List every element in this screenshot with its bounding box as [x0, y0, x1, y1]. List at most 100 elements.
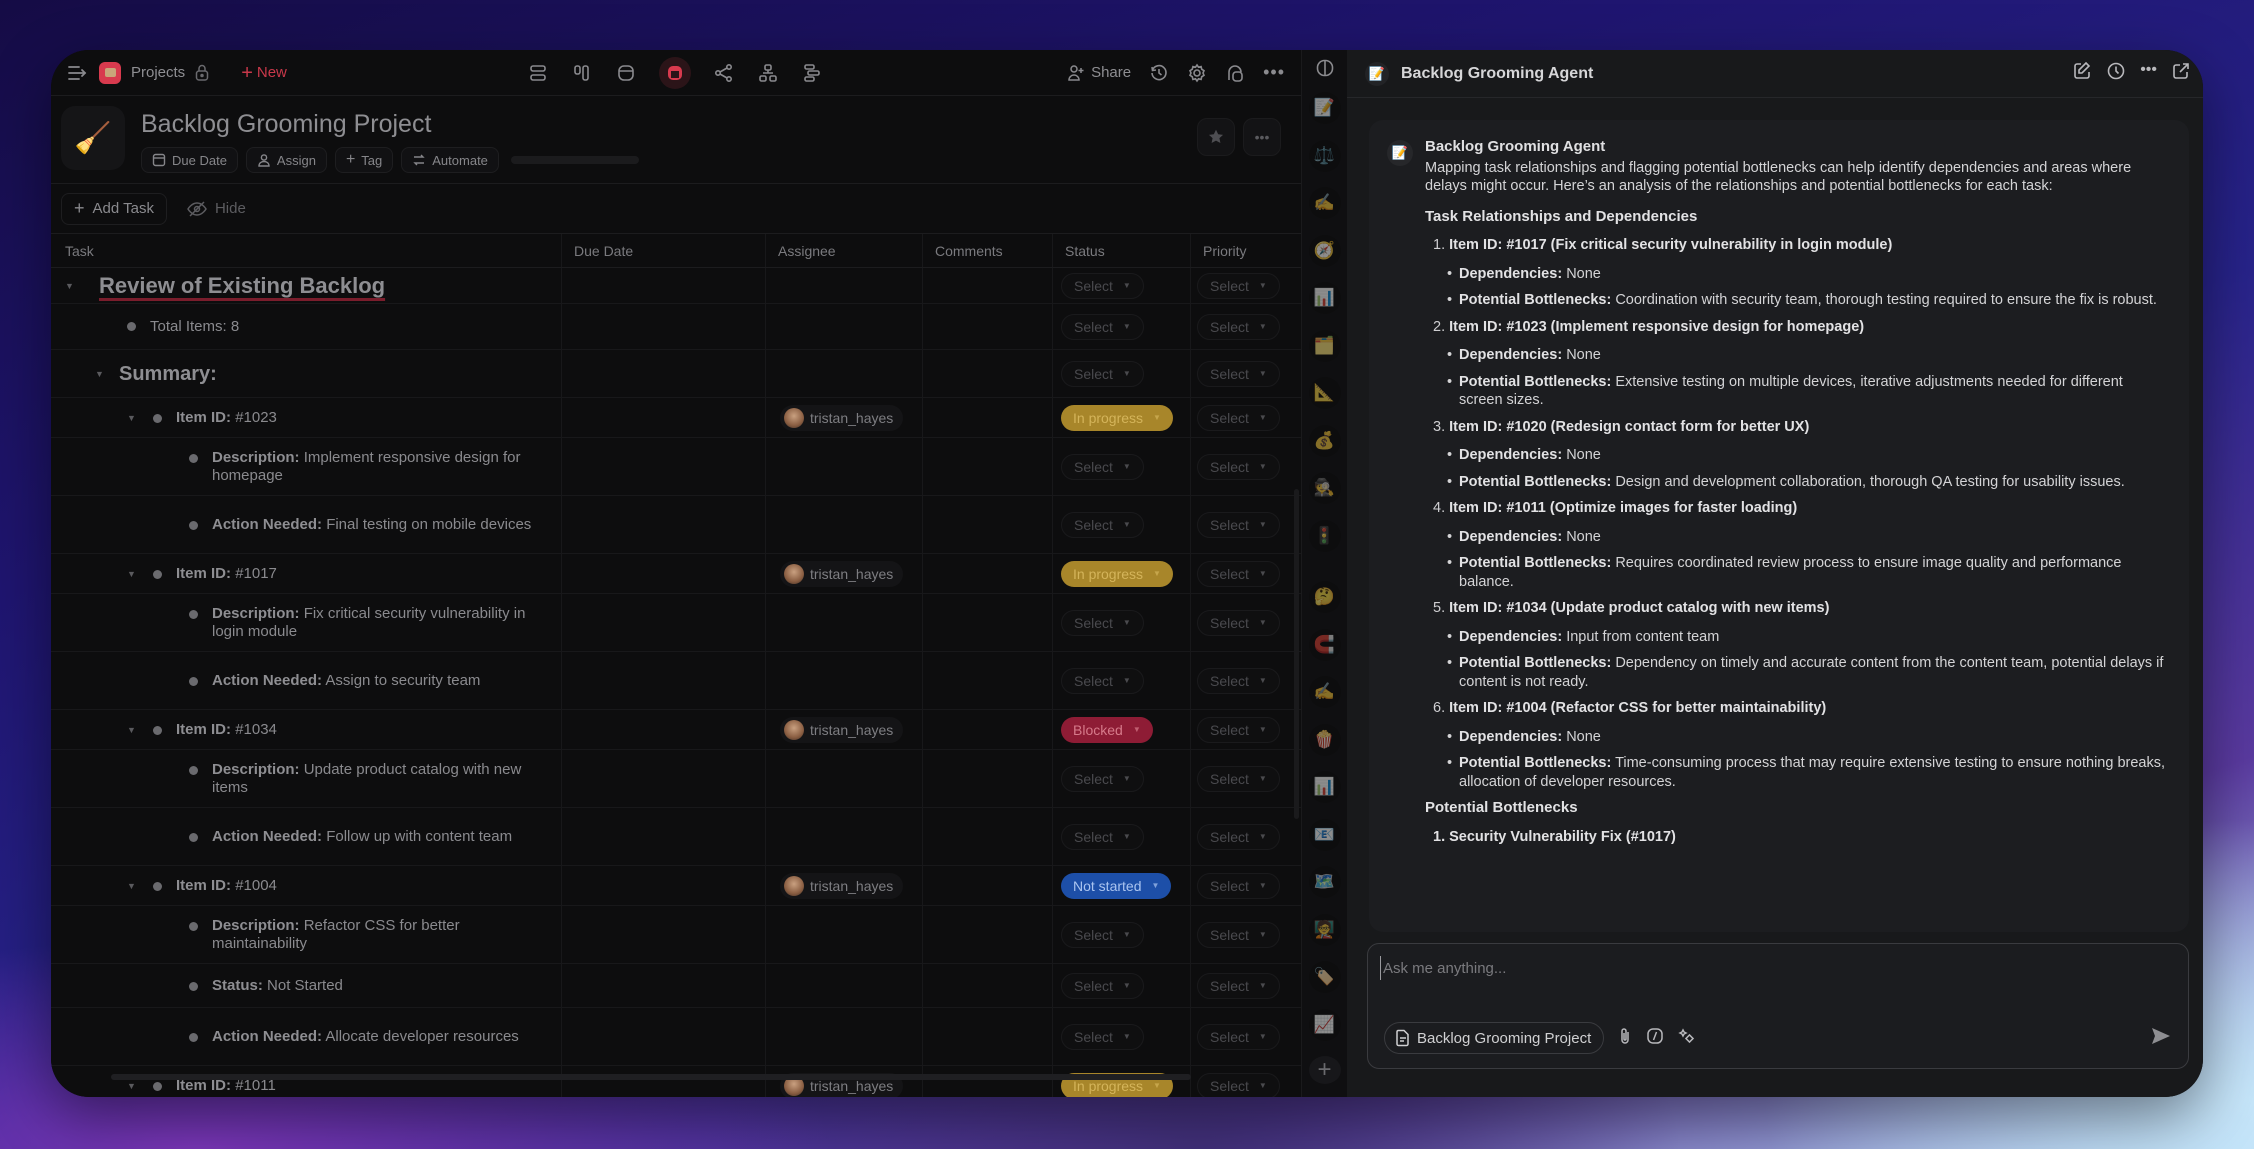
assignee-cell[interactable]	[766, 350, 923, 397]
assignee-cell[interactable]: tristan_hayes	[766, 866, 923, 905]
priority-cell[interactable]: Select ▼	[1191, 866, 1287, 905]
world-map-agent-icon[interactable]: 🗺️	[1308, 866, 1341, 898]
task-text[interactable]: Total Items: 8	[150, 318, 239, 336]
table-row[interactable]: Total Items: 8 Select ▼ Select ▼	[51, 304, 1301, 350]
writing-hand-agent-icon[interactable]: ✍️	[1308, 187, 1341, 219]
board-view-icon[interactable]	[571, 62, 593, 84]
assignee-cell[interactable]	[766, 906, 923, 963]
table-row[interactable]: ▼ Summary: Select ▼ Select ▼	[51, 350, 1301, 398]
due-date-cell[interactable]	[562, 268, 766, 303]
priority-select[interactable]: Select ▼	[1197, 872, 1280, 899]
task-cell[interactable]: ▼ Item ID: #1017	[51, 554, 562, 593]
task-text[interactable]: Action Needed: Assign to security team	[212, 672, 480, 690]
table-view-icon[interactable]	[659, 56, 691, 89]
table-row[interactable]: ▼ Item ID: #1023 tristan_hayes In progres…	[51, 398, 1301, 438]
priority-cell[interactable]: Select ▼	[1191, 350, 1287, 397]
task-cell[interactable]: ▼ Item ID: #1034	[51, 710, 562, 749]
table-row[interactable]: Action Needed: Allocate developer resour…	[51, 1008, 1301, 1066]
task-cell[interactable]: Description: Implement responsive design…	[51, 438, 562, 495]
column-header-comments[interactable]: Comments	[923, 234, 1053, 267]
priority-cell[interactable]: Select ▼	[1191, 1008, 1287, 1065]
priority-cell[interactable]: Select ▼	[1191, 906, 1287, 963]
priority-select[interactable]: Select ▼	[1197, 511, 1280, 538]
due-date-cell[interactable]	[562, 906, 766, 963]
money-bag-agent-icon[interactable]: 💰	[1308, 424, 1341, 457]
comments-cell[interactable]	[923, 304, 1053, 349]
task-cell[interactable]: ▼ Summary:	[51, 350, 562, 397]
task-text[interactable]: Description: Fix critical security vulne…	[212, 605, 532, 641]
due-date-cell[interactable]	[562, 710, 766, 749]
assign-button[interactable]: Assign	[245, 147, 327, 173]
priority-cell[interactable]: Select ▼	[1191, 808, 1287, 865]
priority-select[interactable]: Select ▼	[1197, 972, 1280, 999]
status-cell[interactable]: Blocked ▼	[1053, 710, 1191, 749]
broom-icon[interactable]: 🧹	[61, 106, 125, 170]
collapse-sidebar-icon[interactable]	[67, 64, 89, 82]
status-cell[interactable]: Select ▼	[1053, 350, 1191, 397]
column-header-assignee[interactable]: Assignee	[766, 234, 923, 267]
task-cell[interactable]: Action Needed: Allocate developer resour…	[51, 1008, 562, 1065]
chart-increasing-agent-icon[interactable]: 📈	[1308, 1008, 1341, 1041]
due-date-cell[interactable]	[562, 554, 766, 593]
comments-cell[interactable]	[923, 866, 1053, 905]
tools-sparkle-icon[interactable]	[1678, 1027, 1696, 1050]
due-date-cell[interactable]	[562, 1066, 766, 1097]
comments-cell[interactable]	[923, 808, 1053, 865]
task-text[interactable]: Description: Implement responsive design…	[212, 449, 532, 485]
task-cell[interactable]: Action Needed: Assign to security team	[51, 652, 562, 709]
priority-cell[interactable]: Select ▼	[1191, 750, 1287, 807]
calendar-view-icon[interactable]	[615, 62, 637, 84]
detective-agent-icon[interactable]: 🕵️	[1308, 472, 1341, 504]
priority-select[interactable]: Select ▼	[1197, 272, 1280, 299]
priority-cell[interactable]: Select ▼	[1191, 594, 1287, 651]
comments-cell[interactable]	[923, 1008, 1053, 1065]
comments-cell[interactable]	[923, 1066, 1053, 1097]
label-tag-agent-icon[interactable]: 🏷️	[1308, 961, 1341, 993]
assignee-cell[interactable]: tristan_hayes	[766, 1066, 923, 1097]
due-date-cell[interactable]	[562, 304, 766, 349]
assignee-cell[interactable]	[766, 808, 923, 865]
task-cell[interactable]: Status: Not Started	[51, 964, 562, 1007]
priority-select[interactable]: Select ▼	[1197, 716, 1280, 743]
hierarchy-view-icon[interactable]	[757, 62, 779, 84]
status-badge[interactable]: Not started ▼	[1061, 872, 1172, 899]
chat-bubble-icon[interactable]	[1225, 63, 1245, 83]
table-row[interactable]: Description: Refactor CSS for better mai…	[51, 906, 1301, 964]
status-cell[interactable]: Select ▼	[1053, 964, 1191, 1007]
status-badge[interactable]: In progress ▼	[1061, 560, 1173, 587]
table-row[interactable]: ▼ Item ID: #1011 tristan_hayes In progres…	[51, 1066, 1301, 1097]
comments-cell[interactable]	[923, 398, 1053, 437]
due-date-cell[interactable]	[562, 750, 766, 807]
assignee-cell[interactable]: tristan_hayes	[766, 710, 923, 749]
status-select[interactable]: Select ▼	[1061, 313, 1144, 340]
add-task-button[interactable]: + Add Task	[61, 192, 167, 225]
priority-cell[interactable]: Select ▼	[1191, 438, 1287, 495]
status-cell[interactable]: Select ▼	[1053, 496, 1191, 553]
assignee-cell[interactable]	[766, 964, 923, 1007]
status-cell[interactable]: Select ▼	[1053, 652, 1191, 709]
caret-down-icon[interactable]: ▼	[65, 277, 79, 295]
status-select[interactable]: Select ▼	[1061, 453, 1144, 480]
comments-cell[interactable]	[923, 350, 1053, 397]
priority-cell[interactable]: Select ▼	[1191, 496, 1287, 553]
status-cell[interactable]: Select ▼	[1053, 750, 1191, 807]
task-text[interactable]: Description: Refactor CSS for better mai…	[212, 917, 532, 953]
table-row[interactable]: Description: Implement responsive design…	[51, 438, 1301, 496]
triangular-ruler-agent-icon[interactable]: 📐	[1308, 377, 1341, 409]
due-date-cell[interactable]	[562, 866, 766, 905]
priority-select[interactable]: Select ▼	[1197, 921, 1280, 948]
priority-cell[interactable]: Select ▼	[1191, 304, 1287, 349]
table-row[interactable]: ▼ Item ID: #1004 tristan_hayes Not starte…	[51, 866, 1301, 906]
status-cell[interactable]: Not started ▼	[1053, 866, 1191, 905]
task-cell[interactable]: ▼ Item ID: #1004	[51, 866, 562, 905]
due-date-cell[interactable]	[562, 594, 766, 651]
due-date-cell[interactable]	[562, 1008, 766, 1065]
assignee-cell[interactable]	[766, 304, 923, 349]
status-cell[interactable]: In progress ▼	[1053, 1066, 1191, 1097]
due-date-cell[interactable]	[562, 808, 766, 865]
priority-select[interactable]: Select ▼	[1197, 823, 1280, 850]
column-header-priority[interactable]: Priority	[1191, 234, 1287, 267]
table-row[interactable]: Action Needed: Follow up with content te…	[51, 808, 1301, 866]
comments-cell[interactable]	[923, 906, 1053, 963]
comments-cell[interactable]	[923, 438, 1053, 495]
